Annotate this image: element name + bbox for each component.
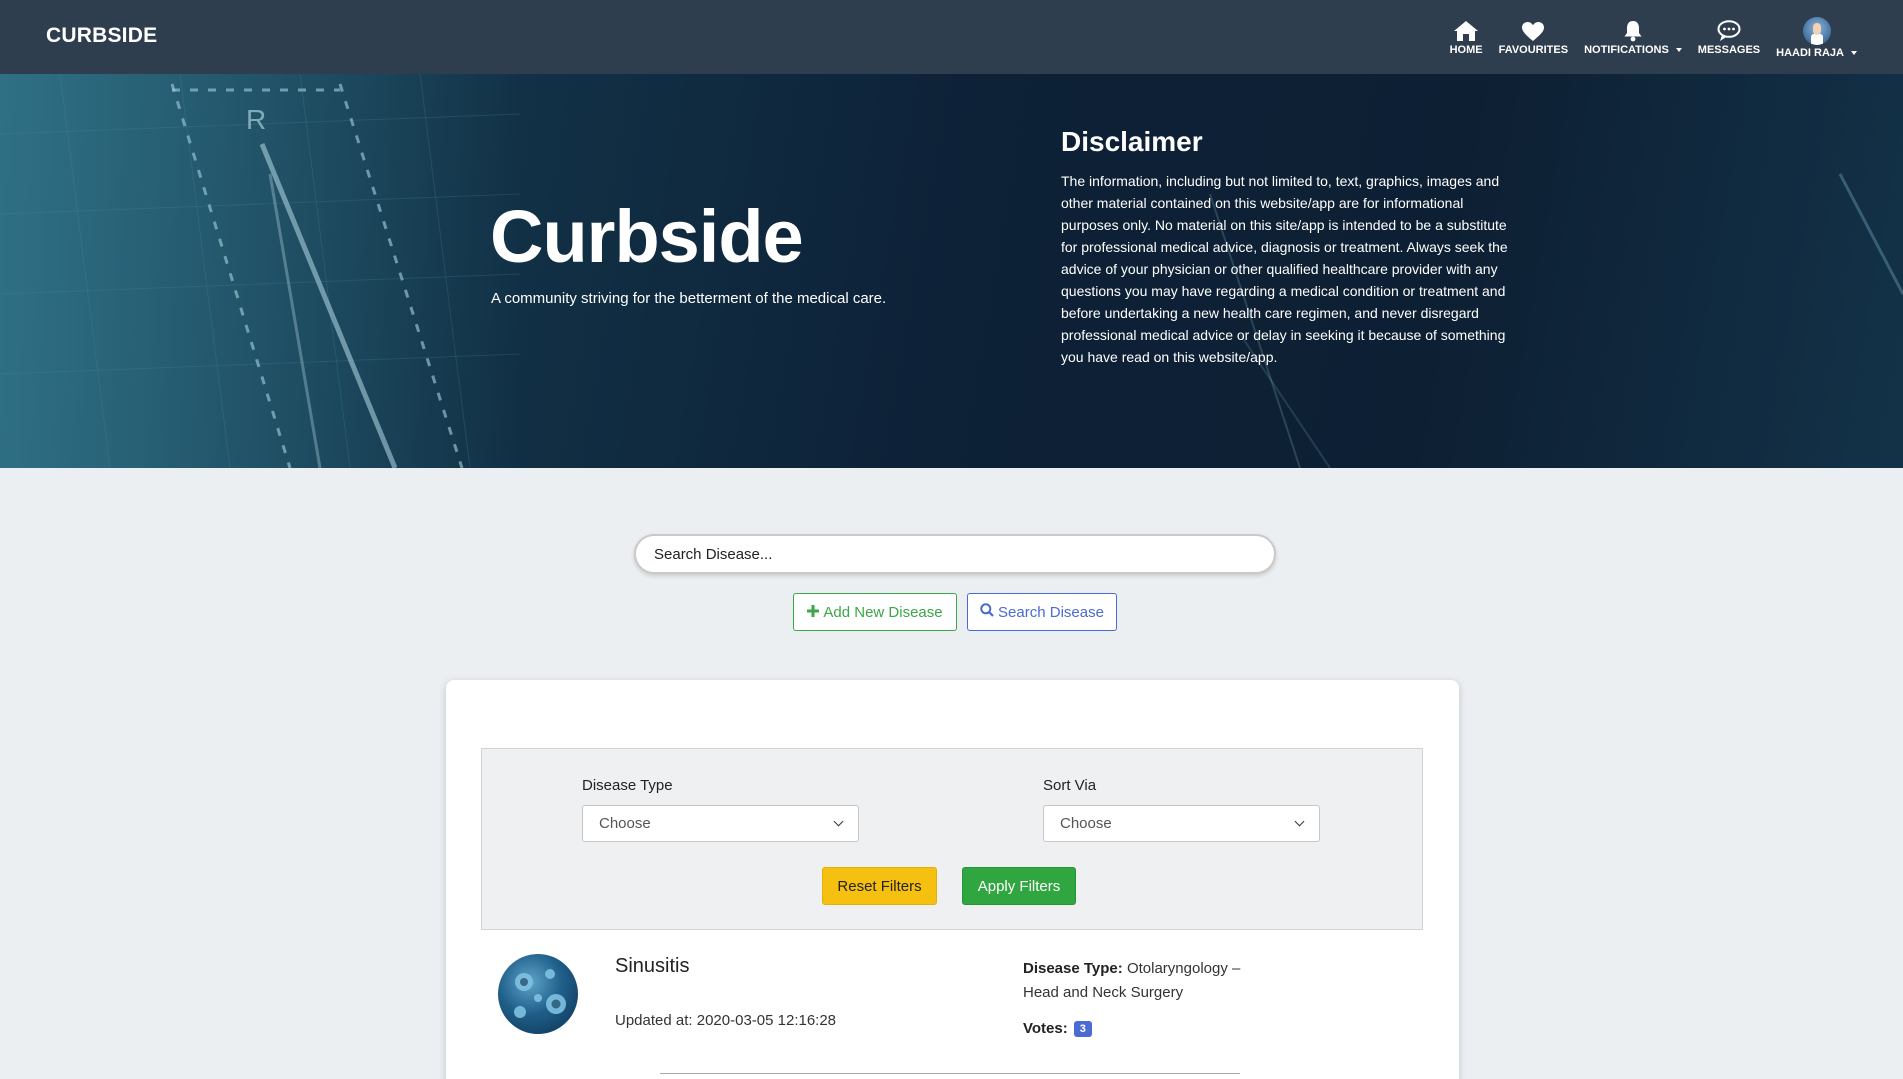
sort-via-label: Sort Via bbox=[1043, 777, 1097, 794]
nav-messages[interactable]: MESSAGES bbox=[1690, 0, 1768, 74]
chevron-down-icon bbox=[1294, 816, 1305, 827]
nav-favourites[interactable]: FAVOURITES bbox=[1491, 0, 1576, 74]
disease-votes: Votes: 3 bbox=[1023, 1020, 1092, 1037]
disease-type-label: Disease Type bbox=[582, 777, 673, 794]
disease-list-card: Disease Type Choose Sort Via Choose Rese… bbox=[446, 680, 1459, 1079]
reset-filters-button[interactable]: Reset Filters bbox=[822, 867, 937, 905]
updated-value: 2020-03-05 12:16:28 bbox=[696, 1012, 837, 1029]
top-navbar: CURBSIDE HOME FAVOURITES NOTIFICATIONS M… bbox=[0, 0, 1903, 74]
disclaimer-text: The information, including but not limit… bbox=[1061, 173, 1508, 365]
list-divider bbox=[660, 1073, 1240, 1074]
avatar bbox=[1802, 15, 1831, 45]
nav-home[interactable]: HOME bbox=[1442, 0, 1491, 74]
search-disease-button[interactable]: Search Disease bbox=[967, 593, 1117, 631]
hero-banner: R Curbside A community striving for the … bbox=[0, 74, 1903, 468]
hero-title: Curbside bbox=[490, 195, 804, 278]
disease-name[interactable]: Sinusitis bbox=[615, 955, 689, 978]
nav-favourites-label: FAVOURITES bbox=[1498, 44, 1569, 56]
svg-text:R: R bbox=[246, 104, 266, 135]
add-new-disease-label: Add New Disease bbox=[823, 603, 943, 621]
nav-notifications[interactable]: NOTIFICATIONS bbox=[1576, 0, 1690, 74]
heart-icon bbox=[1521, 18, 1545, 42]
search-disease-input[interactable] bbox=[634, 534, 1276, 574]
nav-messages-label: MESSAGES bbox=[1697, 44, 1761, 56]
disease-type-value: Choose bbox=[599, 815, 651, 832]
disease-type-select[interactable]: Choose bbox=[582, 805, 859, 842]
brand-logo[interactable]: CURBSIDE bbox=[46, 24, 157, 48]
disease-updated-at: Updated at: 2020-03-05 12:16:28 bbox=[615, 1012, 836, 1029]
sort-via-value: Choose bbox=[1060, 815, 1112, 832]
disease-type-field-label: Disease Type: bbox=[1023, 960, 1123, 977]
sort-via-select[interactable]: Choose bbox=[1043, 805, 1320, 842]
nav-user-label: HAADI RAJA bbox=[1776, 47, 1844, 59]
home-icon bbox=[1453, 18, 1479, 42]
hero-subtitle: A community striving for the betterment … bbox=[491, 290, 887, 307]
chat-icon bbox=[1717, 18, 1741, 42]
chevron-down-icon bbox=[833, 816, 844, 827]
ecg-background-graphic: R bbox=[0, 74, 1903, 468]
disease-thumbnail[interactable] bbox=[498, 954, 578, 1034]
chevron-down-icon bbox=[1675, 48, 1682, 52]
nav-menu: HOME FAVOURITES NOTIFICATIONS MESSAGES H… bbox=[1442, 0, 1865, 74]
votes-badge: 3 bbox=[1073, 1020, 1092, 1037]
bell-icon bbox=[1623, 18, 1643, 42]
plus-icon bbox=[807, 604, 820, 621]
nav-home-label: HOME bbox=[1449, 44, 1483, 56]
chevron-down-icon bbox=[1851, 51, 1857, 55]
search-disease-label: Search Disease bbox=[998, 603, 1104, 621]
filter-panel: Disease Type Choose Sort Via Choose Rese… bbox=[481, 748, 1423, 930]
votes-label: Votes: bbox=[1023, 1020, 1068, 1037]
disclaimer-title: Disclaimer bbox=[1061, 126, 1203, 157]
disease-type-info: Disease Type: Otolaryngology – Head and … bbox=[1023, 957, 1263, 1005]
nav-user-menu[interactable]: HAADI RAJA bbox=[1768, 0, 1865, 74]
apply-filters-button[interactable]: Apply Filters bbox=[962, 867, 1076, 905]
nav-notifications-label: NOTIFICATIONS bbox=[1584, 44, 1669, 56]
add-new-disease-button[interactable]: Add New Disease bbox=[793, 593, 957, 631]
updated-label: Updated at: bbox=[615, 1012, 693, 1029]
search-icon bbox=[980, 603, 994, 621]
